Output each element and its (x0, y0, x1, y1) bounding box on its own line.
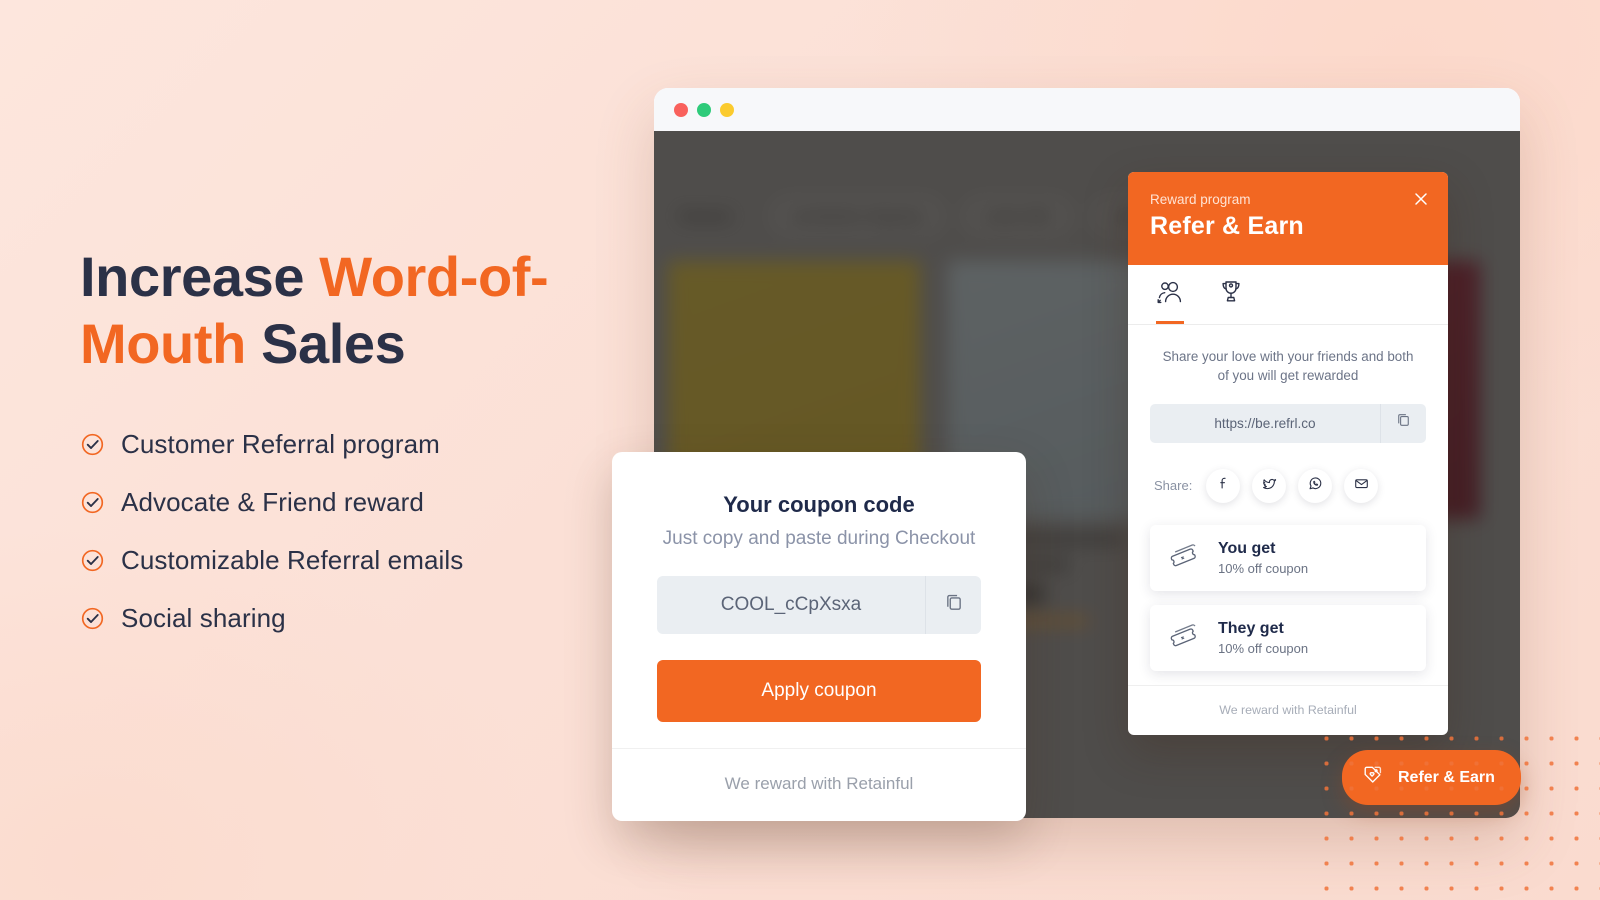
check-circle-icon (80, 548, 105, 573)
widget-subtitle: Share your love with your friends and bo… (1162, 349, 1414, 384)
page-title: Increase Word-of-Mouth Sales (80, 243, 600, 377)
tab-referral[interactable] (1156, 279, 1184, 324)
list-item: You get 10% off coupon (1150, 524, 1426, 591)
ticket-icon (1168, 540, 1202, 575)
coupon-footer: We reward with Retainful (612, 748, 1026, 821)
whatsapp-share-button[interactable] (1298, 468, 1333, 503)
list-item: Social sharing (80, 603, 600, 634)
copy-icon (1395, 412, 1412, 434)
referral-people-icon (1156, 279, 1184, 310)
trophy-icon (1218, 279, 1244, 310)
check-circle-icon (80, 490, 105, 515)
coupon-card: Your coupon code Just copy and paste dur… (612, 452, 1026, 821)
copy-icon (943, 592, 965, 619)
widget-eyebrow: Reward program (1150, 192, 1251, 207)
email-share-button[interactable] (1344, 468, 1379, 503)
referral-link-value: https://be.refrl.co (1214, 415, 1316, 431)
list-item: Customizable Referral emails (80, 545, 600, 576)
list-item: Customer Referral program (80, 429, 600, 460)
share-label: Share: (1154, 478, 1193, 494)
twitter-share-button[interactable] (1252, 468, 1287, 503)
browser-titlebar (654, 88, 1520, 131)
window-minimize-dot[interactable] (720, 102, 734, 117)
headline-part-1: Increase (80, 245, 320, 308)
fab-label: Refer & Earn (1398, 768, 1495, 786)
reward-title: You get (1218, 539, 1276, 557)
window-close-dot[interactable] (674, 102, 688, 117)
ticket-icon (1168, 620, 1202, 655)
copy-link-button[interactable] (1380, 403, 1426, 443)
facebook-share-button[interactable] (1206, 468, 1241, 503)
widget-body: Share your love with your friends and bo… (1128, 325, 1448, 671)
referral-link-field[interactable]: https://be.refrl.co (1150, 403, 1426, 443)
coupon-code-field[interactable]: COOL_cCpXsxa (657, 576, 981, 634)
coupon-title: Your coupon code (723, 492, 915, 517)
page-background: Increase Word-of-Mouth Sales Customer Re… (0, 0, 1600, 900)
reward-list: You get 10% off coupon They get 10% off … (1150, 524, 1426, 671)
list-item: They get 10% off coupon (1150, 604, 1426, 671)
reward-title: They get (1218, 619, 1284, 637)
coupon-code-value: COOL_cCpXsxa (720, 594, 862, 615)
feature-list: Customer Referral program Advocate & Fri… (80, 429, 600, 634)
reward-description: 10% off coupon (1218, 640, 1309, 656)
widget-title: Refer & Earn (1150, 212, 1304, 240)
close-icon[interactable] (1412, 190, 1430, 208)
headline-part-3: Sales (261, 312, 406, 376)
refer-and-earn-widget: Reward program Refer & Earn Share your l… (1128, 172, 1448, 735)
feature-label: Advocate & Friend reward (121, 487, 424, 518)
feature-label: Social sharing (121, 603, 286, 634)
widget-footer: We reward with Retainful (1128, 684, 1448, 735)
coupon-subtitle: Just copy and paste during Checkout (662, 528, 976, 549)
reward-text: They get 10% off coupon (1218, 620, 1308, 656)
tag-heart-icon (1362, 764, 1386, 791)
whatsapp-icon (1307, 475, 1324, 497)
refer-and-earn-fab[interactable]: Refer & Earn (1342, 750, 1521, 805)
apply-coupon-button[interactable]: Apply coupon (657, 660, 981, 722)
widget-header: Reward program Refer & Earn (1128, 172, 1448, 265)
list-item: Advocate & Friend reward (80, 487, 600, 518)
feature-label: Customer Referral program (121, 429, 440, 460)
check-circle-icon (80, 606, 105, 631)
window-maximize-dot[interactable] (697, 102, 711, 117)
reward-text: You get 10% off coupon (1218, 540, 1308, 576)
copy-coupon-button[interactable] (925, 576, 981, 634)
share-row: Share: (1150, 468, 1426, 503)
widget-tab-bar (1128, 265, 1448, 325)
reward-description: 10% off coupon (1218, 560, 1309, 576)
facebook-icon (1215, 475, 1231, 496)
twitter-icon (1261, 475, 1278, 497)
feature-label: Customizable Referral emails (121, 545, 464, 576)
email-icon (1353, 475, 1370, 497)
tab-rewards[interactable] (1218, 279, 1244, 324)
check-circle-icon (80, 432, 105, 457)
marketing-column: Increase Word-of-Mouth Sales Customer Re… (80, 243, 600, 661)
